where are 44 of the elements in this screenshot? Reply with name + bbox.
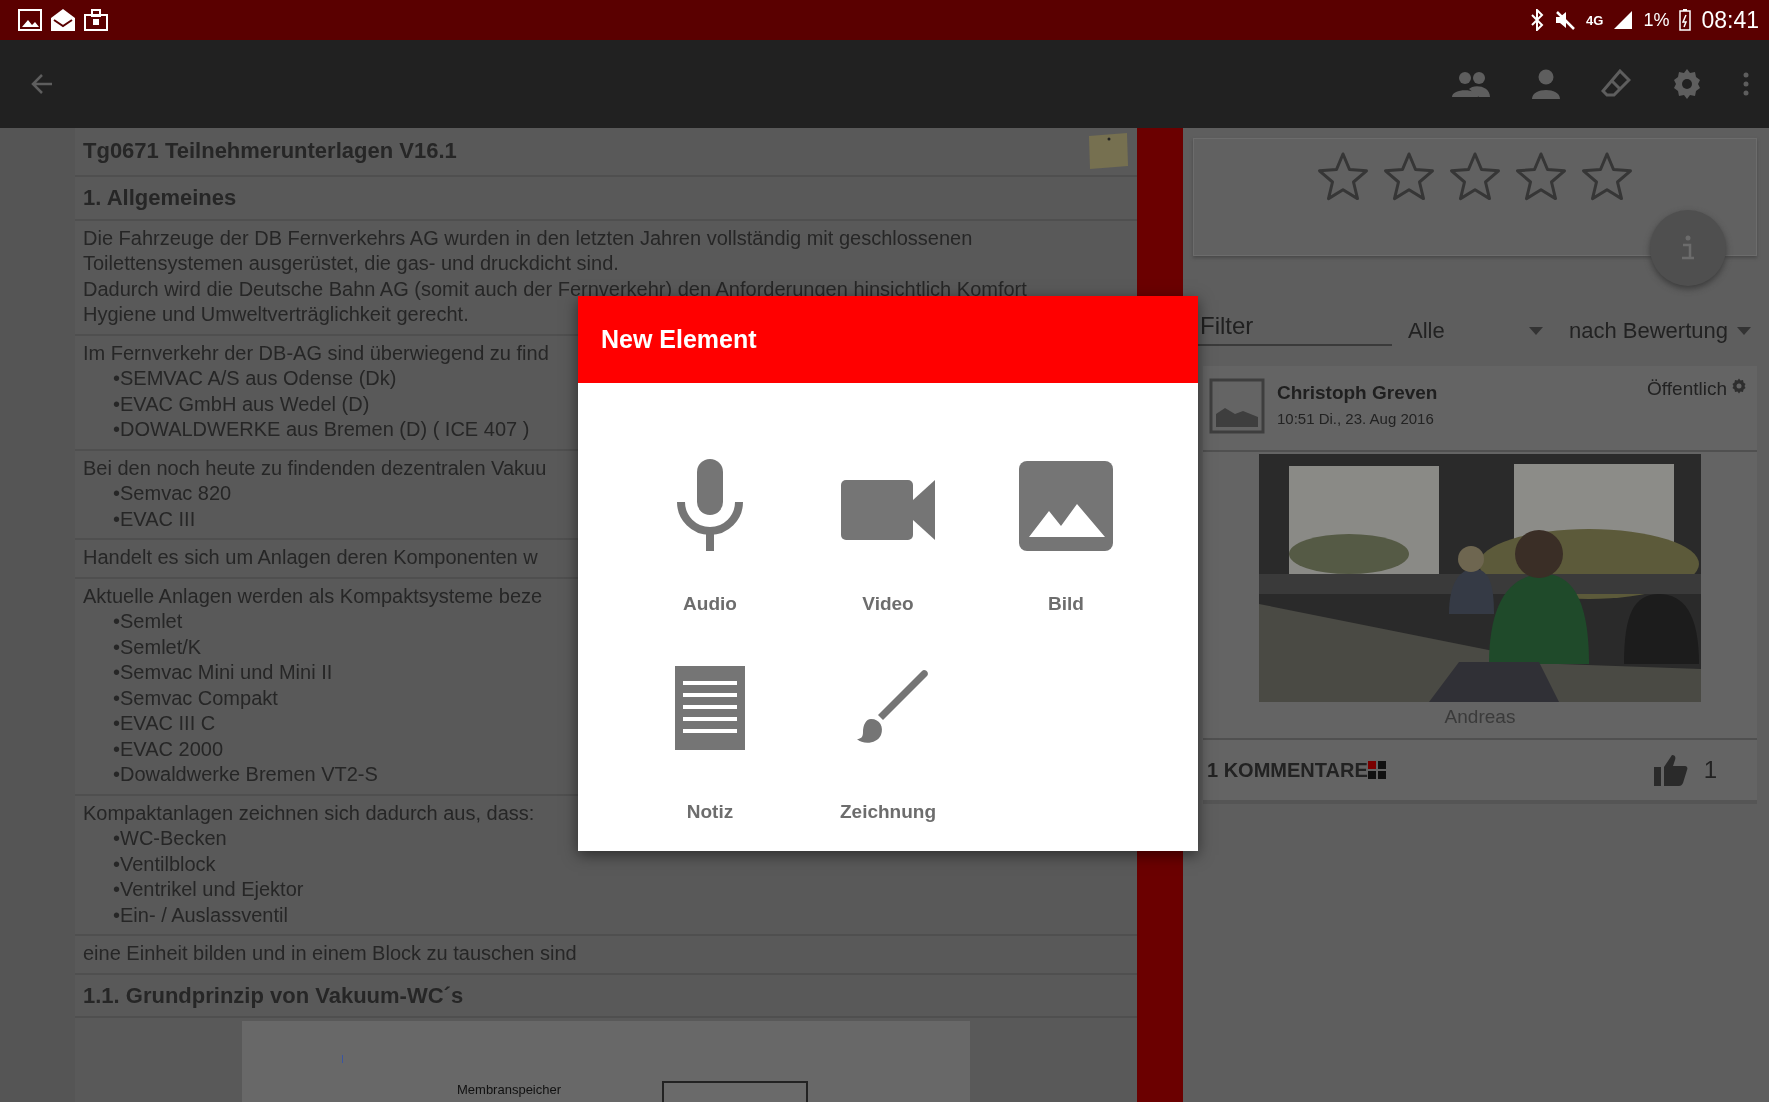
author-name: Christoph Greven bbox=[1277, 382, 1438, 404]
caret-icon bbox=[1529, 327, 1543, 335]
signal-icon bbox=[1613, 10, 1634, 30]
battery-level: 1% bbox=[1643, 9, 1670, 31]
filter-field[interactable]: Filter bbox=[1198, 311, 1392, 346]
caret-icon bbox=[1737, 327, 1751, 335]
comments-link[interactable]: 1 KOMMENTARE bbox=[1207, 758, 1368, 782]
clock: 08:41 bbox=[1701, 6, 1759, 34]
visibility-label: Öffentlich bbox=[1647, 378, 1727, 400]
star-icon[interactable] bbox=[1581, 151, 1633, 201]
eraser-icon[interactable] bbox=[1601, 69, 1631, 99]
settings-icon[interactable] bbox=[1731, 378, 1747, 394]
diagram-label: Membranspeicher bbox=[457, 1082, 562, 1097]
mail-icon bbox=[50, 8, 76, 32]
element-option[interactable]: Video bbox=[799, 455, 977, 615]
element-option[interactable]: Bild bbox=[977, 455, 1155, 615]
star-icon[interactable] bbox=[1317, 151, 1369, 201]
bluetooth-icon bbox=[1530, 9, 1545, 31]
diagram-mark bbox=[342, 1055, 343, 1063]
info-button[interactable] bbox=[1650, 210, 1726, 286]
note-icon bbox=[1087, 132, 1129, 170]
network-type: 4G bbox=[1586, 13, 1604, 27]
element-option[interactable]: Notiz bbox=[621, 663, 799, 823]
thumbs-up-icon[interactable] bbox=[1653, 754, 1688, 786]
more-icon[interactable] bbox=[1743, 72, 1749, 96]
post-date: 10:51 Di., 23. Aug 2016 bbox=[1277, 410, 1435, 427]
grid-icon bbox=[1367, 761, 1386, 779]
element-option[interactable]: Audio bbox=[621, 455, 799, 615]
back-icon[interactable] bbox=[30, 72, 54, 96]
picture-icon bbox=[18, 9, 42, 31]
element-option[interactable]: Zeichnung bbox=[799, 663, 977, 823]
image-placeholder-icon bbox=[1209, 378, 1265, 434]
battery-icon bbox=[1679, 9, 1692, 31]
info-icon bbox=[1681, 235, 1695, 261]
star-icon[interactable] bbox=[1515, 151, 1567, 201]
dialog-title: New Element bbox=[601, 325, 757, 354]
star-icon[interactable] bbox=[1383, 151, 1435, 201]
settings-icon[interactable] bbox=[1671, 68, 1703, 100]
like-count: 1 bbox=[1703, 756, 1717, 784]
star-icon[interactable] bbox=[1449, 151, 1501, 201]
briefcase-icon bbox=[84, 9, 108, 31]
mute-icon bbox=[1554, 9, 1577, 31]
group-icon[interactable] bbox=[1451, 71, 1491, 97]
person-icon[interactable] bbox=[1531, 69, 1561, 99]
